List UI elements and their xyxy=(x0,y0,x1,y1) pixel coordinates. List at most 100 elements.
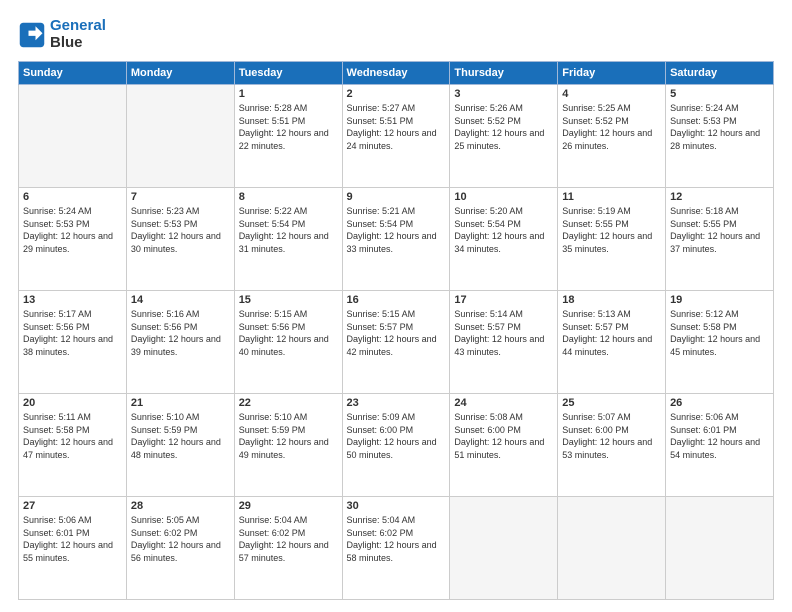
cell-text: Sunrise: 5:24 AMSunset: 5:53 PMDaylight:… xyxy=(670,102,769,152)
calendar-cell: 3 Sunrise: 5:26 AMSunset: 5:52 PMDayligh… xyxy=(450,85,558,188)
weekday-header-sunday: Sunday xyxy=(19,62,127,85)
calendar-cell: 25 Sunrise: 5:07 AMSunset: 6:00 PMDaylig… xyxy=(558,394,666,497)
day-number: 3 xyxy=(454,88,553,100)
calendar-cell: 5 Sunrise: 5:24 AMSunset: 5:53 PMDayligh… xyxy=(666,85,774,188)
cell-text: Sunrise: 5:06 AMSunset: 6:01 PMDaylight:… xyxy=(670,411,769,461)
calendar-cell: 23 Sunrise: 5:09 AMSunset: 6:00 PMDaylig… xyxy=(342,394,450,497)
day-number: 21 xyxy=(131,397,230,409)
day-number: 18 xyxy=(562,294,661,306)
day-number: 16 xyxy=(347,294,446,306)
weekday-header-wednesday: Wednesday xyxy=(342,62,450,85)
cell-text: Sunrise: 5:13 AMSunset: 5:57 PMDaylight:… xyxy=(562,308,661,358)
calendar-cell: 9 Sunrise: 5:21 AMSunset: 5:54 PMDayligh… xyxy=(342,188,450,291)
cell-text: Sunrise: 5:04 AMSunset: 6:02 PMDaylight:… xyxy=(239,514,338,564)
day-number: 17 xyxy=(454,294,553,306)
cell-text: Sunrise: 5:07 AMSunset: 6:00 PMDaylight:… xyxy=(562,411,661,461)
cell-text: Sunrise: 5:08 AMSunset: 6:00 PMDaylight:… xyxy=(454,411,553,461)
calendar-cell: 7 Sunrise: 5:23 AMSunset: 5:53 PMDayligh… xyxy=(126,188,234,291)
day-number: 15 xyxy=(239,294,338,306)
calendar-cell: 8 Sunrise: 5:22 AMSunset: 5:54 PMDayligh… xyxy=(234,188,342,291)
calendar-cell: 10 Sunrise: 5:20 AMSunset: 5:54 PMDaylig… xyxy=(450,188,558,291)
calendar-cell: 16 Sunrise: 5:15 AMSunset: 5:57 PMDaylig… xyxy=(342,291,450,394)
cell-text: Sunrise: 5:10 AMSunset: 5:59 PMDaylight:… xyxy=(239,411,338,461)
calendar-cell: 15 Sunrise: 5:15 AMSunset: 5:56 PMDaylig… xyxy=(234,291,342,394)
weekday-row: SundayMondayTuesdayWednesdayThursdayFrid… xyxy=(19,62,774,85)
calendar-cell xyxy=(19,85,127,188)
cell-text: Sunrise: 5:26 AMSunset: 5:52 PMDaylight:… xyxy=(454,102,553,152)
day-number: 19 xyxy=(670,294,769,306)
cell-text: Sunrise: 5:17 AMSunset: 5:56 PMDaylight:… xyxy=(23,308,122,358)
cell-text: Sunrise: 5:27 AMSunset: 5:51 PMDaylight:… xyxy=(347,102,446,152)
day-number: 6 xyxy=(23,191,122,203)
logo-text: General Blue xyxy=(50,18,106,51)
calendar-cell: 20 Sunrise: 5:11 AMSunset: 5:58 PMDaylig… xyxy=(19,394,127,497)
weekday-header-friday: Friday xyxy=(558,62,666,85)
weekday-header-monday: Monday xyxy=(126,62,234,85)
calendar-cell: 29 Sunrise: 5:04 AMSunset: 6:02 PMDaylig… xyxy=(234,497,342,600)
day-number: 14 xyxy=(131,294,230,306)
week-row-0: 1 Sunrise: 5:28 AMSunset: 5:51 PMDayligh… xyxy=(19,85,774,188)
calendar-cell xyxy=(126,85,234,188)
calendar-cell: 4 Sunrise: 5:25 AMSunset: 5:52 PMDayligh… xyxy=(558,85,666,188)
cell-text: Sunrise: 5:20 AMSunset: 5:54 PMDaylight:… xyxy=(454,205,553,255)
calendar-header: SundayMondayTuesdayWednesdayThursdayFrid… xyxy=(19,62,774,85)
day-number: 20 xyxy=(23,397,122,409)
calendar-cell: 19 Sunrise: 5:12 AMSunset: 5:58 PMDaylig… xyxy=(666,291,774,394)
calendar-cell xyxy=(558,497,666,600)
day-number: 10 xyxy=(454,191,553,203)
cell-text: Sunrise: 5:04 AMSunset: 6:02 PMDaylight:… xyxy=(347,514,446,564)
cell-text: Sunrise: 5:15 AMSunset: 5:57 PMDaylight:… xyxy=(347,308,446,358)
cell-text: Sunrise: 5:21 AMSunset: 5:54 PMDaylight:… xyxy=(347,205,446,255)
day-number: 22 xyxy=(239,397,338,409)
header: General Blue xyxy=(18,18,774,51)
week-row-2: 13 Sunrise: 5:17 AMSunset: 5:56 PMDaylig… xyxy=(19,291,774,394)
calendar-cell: 1 Sunrise: 5:28 AMSunset: 5:51 PMDayligh… xyxy=(234,85,342,188)
cell-text: Sunrise: 5:23 AMSunset: 5:53 PMDaylight:… xyxy=(131,205,230,255)
day-number: 11 xyxy=(562,191,661,203)
day-number: 1 xyxy=(239,88,338,100)
day-number: 29 xyxy=(239,500,338,512)
calendar-cell: 6 Sunrise: 5:24 AMSunset: 5:53 PMDayligh… xyxy=(19,188,127,291)
logo: General Blue xyxy=(18,18,106,51)
day-number: 9 xyxy=(347,191,446,203)
day-number: 25 xyxy=(562,397,661,409)
cell-text: Sunrise: 5:18 AMSunset: 5:55 PMDaylight:… xyxy=(670,205,769,255)
day-number: 24 xyxy=(454,397,553,409)
cell-text: Sunrise: 5:19 AMSunset: 5:55 PMDaylight:… xyxy=(562,205,661,255)
cell-text: Sunrise: 5:14 AMSunset: 5:57 PMDaylight:… xyxy=(454,308,553,358)
calendar-cell: 12 Sunrise: 5:18 AMSunset: 5:55 PMDaylig… xyxy=(666,188,774,291)
calendar-cell: 13 Sunrise: 5:17 AMSunset: 5:56 PMDaylig… xyxy=(19,291,127,394)
day-number: 8 xyxy=(239,191,338,203)
weekday-header-thursday: Thursday xyxy=(450,62,558,85)
calendar-cell: 14 Sunrise: 5:16 AMSunset: 5:56 PMDaylig… xyxy=(126,291,234,394)
cell-text: Sunrise: 5:06 AMSunset: 6:01 PMDaylight:… xyxy=(23,514,122,564)
cell-text: Sunrise: 5:11 AMSunset: 5:58 PMDaylight:… xyxy=(23,411,122,461)
cell-text: Sunrise: 5:10 AMSunset: 5:59 PMDaylight:… xyxy=(131,411,230,461)
calendar-cell: 21 Sunrise: 5:10 AMSunset: 5:59 PMDaylig… xyxy=(126,394,234,497)
calendar-cell: 26 Sunrise: 5:06 AMSunset: 6:01 PMDaylig… xyxy=(666,394,774,497)
calendar-cell: 17 Sunrise: 5:14 AMSunset: 5:57 PMDaylig… xyxy=(450,291,558,394)
cell-text: Sunrise: 5:16 AMSunset: 5:56 PMDaylight:… xyxy=(131,308,230,358)
calendar-cell: 18 Sunrise: 5:13 AMSunset: 5:57 PMDaylig… xyxy=(558,291,666,394)
day-number: 7 xyxy=(131,191,230,203)
cell-text: Sunrise: 5:28 AMSunset: 5:51 PMDaylight:… xyxy=(239,102,338,152)
cell-text: Sunrise: 5:05 AMSunset: 6:02 PMDaylight:… xyxy=(131,514,230,564)
day-number: 26 xyxy=(670,397,769,409)
day-number: 2 xyxy=(347,88,446,100)
page: General Blue SundayMondayTuesdayWednesda… xyxy=(0,0,792,612)
calendar-cell: 28 Sunrise: 5:05 AMSunset: 6:02 PMDaylig… xyxy=(126,497,234,600)
calendar-table: SundayMondayTuesdayWednesdayThursdayFrid… xyxy=(18,61,774,600)
day-number: 28 xyxy=(131,500,230,512)
cell-text: Sunrise: 5:15 AMSunset: 5:56 PMDaylight:… xyxy=(239,308,338,358)
cell-text: Sunrise: 5:25 AMSunset: 5:52 PMDaylight:… xyxy=(562,102,661,152)
day-number: 30 xyxy=(347,500,446,512)
calendar-cell: 27 Sunrise: 5:06 AMSunset: 6:01 PMDaylig… xyxy=(19,497,127,600)
calendar-cell: 2 Sunrise: 5:27 AMSunset: 5:51 PMDayligh… xyxy=(342,85,450,188)
calendar-cell: 30 Sunrise: 5:04 AMSunset: 6:02 PMDaylig… xyxy=(342,497,450,600)
calendar-cell xyxy=(450,497,558,600)
cell-text: Sunrise: 5:09 AMSunset: 6:00 PMDaylight:… xyxy=(347,411,446,461)
day-number: 12 xyxy=(670,191,769,203)
calendar-cell: 24 Sunrise: 5:08 AMSunset: 6:00 PMDaylig… xyxy=(450,394,558,497)
day-number: 5 xyxy=(670,88,769,100)
week-row-3: 20 Sunrise: 5:11 AMSunset: 5:58 PMDaylig… xyxy=(19,394,774,497)
